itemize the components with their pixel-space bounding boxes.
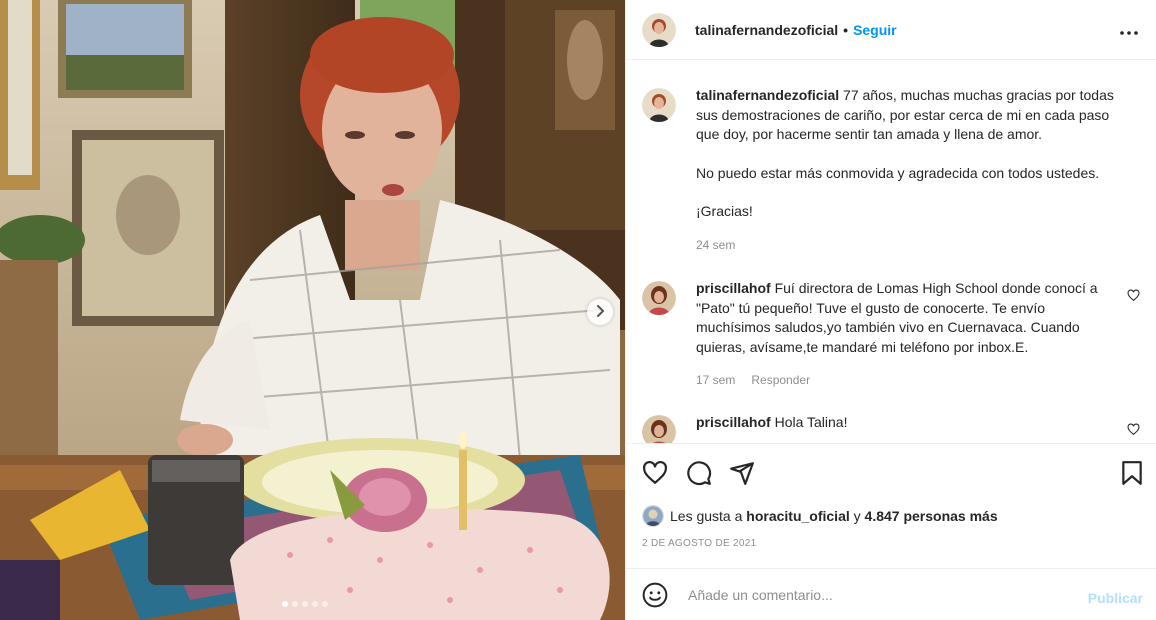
liker-username[interactable]: horacitu_oficial bbox=[746, 508, 849, 524]
comments-list[interactable]: talinafernandezoficial 77 años, muchas m… bbox=[626, 61, 1156, 443]
comment-username[interactable]: priscillahof bbox=[696, 414, 771, 430]
post-date[interactable]: 2 DE AGOSTO DE 2021 bbox=[642, 538, 756, 549]
comment-like-icon[interactable] bbox=[1127, 289, 1140, 302]
caption-paragraph: ¡Gracias! bbox=[696, 203, 753, 219]
follow-button[interactable]: Seguir bbox=[853, 22, 897, 38]
author-avatar[interactable] bbox=[642, 12, 676, 47]
share-icon[interactable] bbox=[729, 460, 755, 486]
liker-avatar[interactable] bbox=[642, 505, 664, 527]
comment: priscillahof Hola Talina! bbox=[642, 413, 1142, 443]
likes-count-link[interactable]: 4.847 personas más bbox=[865, 508, 998, 524]
comment-text: Hola Talina! bbox=[774, 414, 848, 430]
birthday-photo bbox=[0, 0, 625, 620]
likes-summary: Les gusta a horacitu_oficial y 4.847 per… bbox=[642, 505, 998, 527]
caption-username[interactable]: talinafernandezoficial bbox=[696, 87, 839, 103]
likes-connector: y bbox=[853, 508, 861, 524]
comment-like-icon[interactable] bbox=[1127, 423, 1140, 436]
comment-body: priscillahof Hola Talina! bbox=[696, 413, 1116, 443]
header-separator: • bbox=[843, 21, 849, 38]
more-options-button[interactable] bbox=[1119, 20, 1139, 40]
comment-timestamp[interactable]: 17 sem bbox=[696, 371, 735, 391]
carousel-dot bbox=[312, 601, 318, 607]
comment: priscillahof Fuí directora de Lomas High… bbox=[642, 279, 1142, 391]
chevron-right-icon bbox=[595, 304, 605, 320]
post-header: talinafernandezoficial • Seguir bbox=[626, 0, 1156, 60]
carousel-dot bbox=[292, 601, 298, 607]
carousel-dot bbox=[302, 601, 308, 607]
carousel-dot bbox=[322, 601, 328, 607]
caption-paragraph: No puedo estar más conmovida y agradecid… bbox=[696, 164, 1100, 181]
carousel-indicator bbox=[282, 601, 328, 607]
instagram-post: talinafernandezoficial • Seguir talinafe… bbox=[0, 0, 1156, 620]
publish-button[interactable]: Publicar bbox=[1088, 590, 1143, 606]
comment-input[interactable] bbox=[688, 586, 1068, 603]
reply-button[interactable]: Responder bbox=[751, 371, 810, 391]
caption: talinafernandezoficial 77 años, muchas m… bbox=[642, 86, 1142, 255]
commenter-avatar[interactable] bbox=[642, 415, 676, 443]
add-comment-bar: Publicar bbox=[626, 568, 1156, 620]
emoji-icon[interactable] bbox=[642, 582, 668, 608]
comment-username[interactable]: priscillahof bbox=[696, 280, 771, 296]
author-avatar[interactable] bbox=[642, 88, 676, 122]
caption-body: talinafernandezoficial 77 años, muchas m… bbox=[696, 86, 1116, 255]
carousel-dot bbox=[282, 601, 288, 607]
bookmark-icon[interactable] bbox=[1119, 460, 1145, 486]
likes-prefix: Les gusta a bbox=[670, 508, 743, 524]
caption-timestamp[interactable]: 24 sem bbox=[696, 236, 735, 256]
more-options-icon bbox=[1120, 22, 1138, 38]
heart-icon[interactable] bbox=[642, 460, 668, 486]
carousel-next-button[interactable] bbox=[587, 299, 613, 325]
commenter-avatar[interactable] bbox=[642, 281, 676, 315]
comment-icon[interactable] bbox=[686, 460, 712, 486]
comment-body: priscillahof Fuí directora de Lomas High… bbox=[696, 279, 1116, 391]
author-username[interactable]: talinafernandezoficial bbox=[695, 22, 838, 38]
post-photo[interactable] bbox=[0, 0, 625, 620]
post-side-panel: talinafernandezoficial • Seguir talinafe… bbox=[625, 0, 1156, 620]
action-bar bbox=[626, 443, 1156, 501]
